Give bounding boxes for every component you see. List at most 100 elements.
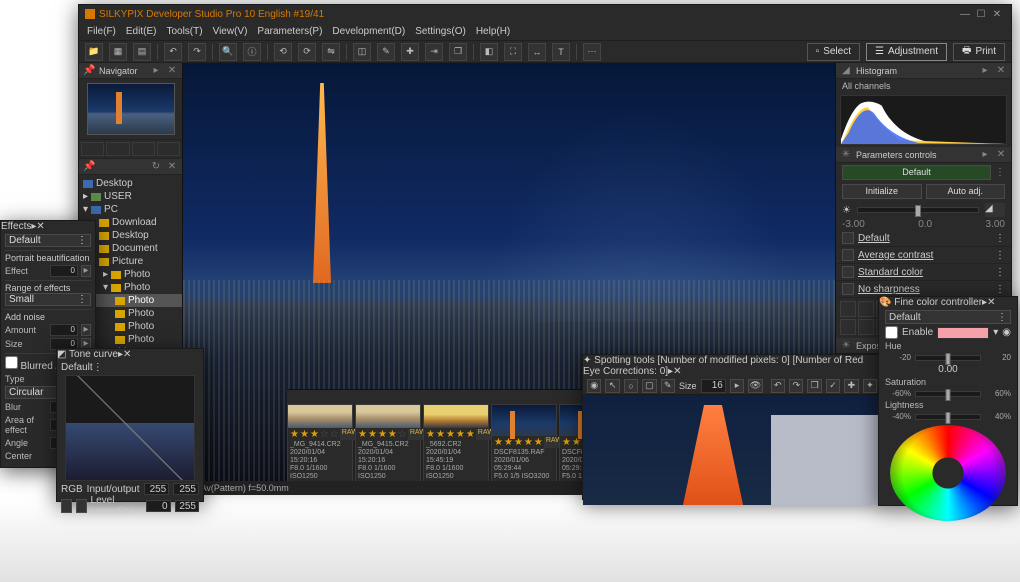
- params-default-button[interactable]: Default: [842, 165, 991, 180]
- fcc-dropdown-icon[interactable]: ▾: [993, 327, 998, 338]
- toolbar-export-icon[interactable]: ⇥: [425, 43, 443, 61]
- effect-value[interactable]: 0: [50, 265, 78, 277]
- toolbar-heal-icon[interactable]: ✚: [401, 43, 419, 61]
- spot-copy-icon[interactable]: ❐: [807, 379, 821, 393]
- spot-undo-icon[interactable]: ↶: [771, 379, 785, 393]
- tree-user[interactable]: ▸ USER: [79, 190, 182, 203]
- menu-view[interactable]: View(V): [213, 26, 248, 37]
- spot-size-value[interactable]: 16: [701, 379, 726, 393]
- params-init-button[interactable]: Initialize: [842, 184, 922, 199]
- fcc-color-swatch[interactable]: [937, 327, 989, 339]
- menu-file[interactable]: File(F): [87, 26, 116, 37]
- spot-circle-icon[interactable]: ○: [624, 379, 638, 393]
- film-export-icon[interactable]: [345, 391, 359, 403]
- exposure-bias-slider[interactable]: [857, 207, 979, 213]
- tone-curve-linear-icon[interactable]: [61, 499, 72, 513]
- toolbar-zoom-icon[interactable]: 🔍: [219, 43, 237, 61]
- toolbar-open-icon[interactable]: 📁: [85, 43, 103, 61]
- blurred-checkbox[interactable]: [5, 356, 18, 369]
- tool-hsv-icon[interactable]: [840, 319, 856, 335]
- toolbar-fullscreen-icon[interactable]: ⛶: [504, 43, 522, 61]
- mode-adjustment-button[interactable]: ☰ Adjustment: [866, 43, 947, 61]
- spot-square-icon[interactable]: ▢: [642, 379, 656, 393]
- preset-contrast[interactable]: Average contrast⋮: [836, 247, 1011, 264]
- mode-select-button[interactable]: ▫ Select: [807, 43, 860, 61]
- nav-tool4-icon[interactable]: [157, 142, 180, 156]
- toolbar-align-icon[interactable]: ↔: [528, 43, 546, 61]
- menu-settings[interactable]: Settings(O): [415, 26, 466, 37]
- mode-print-button[interactable]: 🖶 Print: [953, 43, 1005, 61]
- filmstrip-item[interactable]: ★★★☆☆RAW_MG_9414.CR22020/01/04 15:20:16F…: [287, 404, 353, 481]
- toolbar-compare-icon[interactable]: ◧: [480, 43, 498, 61]
- toolbar-more-icon[interactable]: ⋯: [583, 43, 601, 61]
- minimize-button[interactable]: —: [957, 9, 973, 20]
- spot-redeye-icon[interactable]: 👁: [748, 379, 762, 393]
- maximize-button[interactable]: ☐: [973, 9, 989, 20]
- toolbar-grid-icon[interactable]: ▤: [133, 43, 151, 61]
- filmstrip-item[interactable]: ★★★★★RAW_5692.CR22020/01/04 15:45:19F8.0…: [423, 404, 489, 481]
- hist-collapse-icon[interactable]: ▸: [979, 65, 991, 76]
- hist-close-icon[interactable]: ✕: [995, 65, 1007, 76]
- spot-arrow-icon[interactable]: ↖: [605, 379, 619, 393]
- spot-brush-icon[interactable]: ✎: [661, 379, 675, 393]
- tone-curve-graph[interactable]: [65, 375, 195, 481]
- film-check-icon[interactable]: [327, 391, 341, 403]
- film-filter-icon[interactable]: [309, 391, 323, 403]
- effect-step[interactable]: ▸: [81, 265, 91, 277]
- toolbar-info-icon[interactable]: ⓘ: [243, 43, 261, 61]
- nav-close-icon[interactable]: ✕: [166, 65, 178, 76]
- toolbar-rotate-l-icon[interactable]: ⟲: [274, 43, 292, 61]
- filmstrip-item[interactable]: ★★★★★RAWDSCF8135.RAF2020/01/06 05:29:44F…: [491, 404, 557, 481]
- tool-temp-icon[interactable]: [858, 301, 874, 317]
- tone-curve-spline-icon[interactable]: [76, 499, 87, 513]
- toolbar-undo-icon[interactable]: ↶: [164, 43, 182, 61]
- tree-desktop[interactable]: Desktop: [79, 177, 182, 190]
- spot-wand-icon[interactable]: ✦: [863, 379, 877, 393]
- spot-step-icon[interactable]: ▸: [730, 379, 744, 393]
- fcc-sat-slider[interactable]: [915, 391, 981, 397]
- fcc-color-wheel[interactable]: [890, 425, 1006, 521]
- film-flag-icon[interactable]: [363, 391, 377, 403]
- preset-default[interactable]: Default⋮: [836, 230, 1011, 247]
- navigator-thumbnail[interactable]: [87, 83, 175, 135]
- nav-tool1-icon[interactable]: [81, 142, 104, 156]
- tree-refresh-icon[interactable]: ↻: [150, 161, 162, 172]
- toolbar-text-icon[interactable]: T: [552, 43, 570, 61]
- spot-preview[interactable]: [583, 395, 881, 505]
- toolbar-copy-icon[interactable]: ❐: [449, 43, 467, 61]
- filmstrip-item[interactable]: ★★★★☆RAW_MG_9415.CR22020/01/04 15:20:16F…: [355, 404, 421, 481]
- nav-pin-icon[interactable]: 📌: [83, 65, 95, 76]
- menu-development[interactable]: Development(D): [332, 26, 405, 37]
- close-button[interactable]: ✕: [989, 9, 1005, 20]
- params-auto-button[interactable]: Auto adj.: [926, 184, 1006, 199]
- tree-pin-icon[interactable]: 📌: [83, 161, 95, 172]
- preset-color[interactable]: Standard color⋮: [836, 264, 1011, 281]
- tool-curve-icon[interactable]: [858, 319, 874, 335]
- fcc-eyedrop-icon[interactable]: ◉: [1002, 327, 1011, 338]
- spot-check-icon[interactable]: ✓: [826, 379, 840, 393]
- toolbar-crop-icon[interactable]: ◫: [353, 43, 371, 61]
- nav-collapse-icon[interactable]: ▸: [150, 65, 162, 76]
- tree-pc[interactable]: ▾ PC: [79, 203, 182, 216]
- fcc-preset-dropdown[interactable]: Default⋮: [885, 310, 1011, 324]
- toolbar-rotate-r-icon[interactable]: ⟳: [298, 43, 316, 61]
- range-dropdown[interactable]: Small⋮: [5, 293, 91, 306]
- spot-redo-icon[interactable]: ↷: [789, 379, 803, 393]
- tree-close-icon[interactable]: ✕: [166, 161, 178, 172]
- menu-parameters[interactable]: Parameters(P): [257, 26, 322, 37]
- tone-preset-dropdown[interactable]: Default⋮: [61, 362, 199, 373]
- fcc-light-slider[interactable]: [915, 414, 981, 420]
- tool-sun-icon[interactable]: [840, 301, 856, 317]
- film-sort-icon[interactable]: [291, 391, 305, 403]
- toolbar-redo-icon[interactable]: ↷: [188, 43, 206, 61]
- menu-tools[interactable]: Tools(T): [166, 26, 202, 37]
- fcc-enable-checkbox[interactable]: [885, 326, 898, 339]
- effects-preset-dropdown[interactable]: Default⋮: [5, 234, 91, 247]
- nav-tool2-icon[interactable]: [106, 142, 129, 156]
- spot-eyedrop-icon[interactable]: ◉: [587, 379, 601, 393]
- menu-help[interactable]: Help(H): [476, 26, 510, 37]
- toolbar-brush-icon[interactable]: ✎: [377, 43, 395, 61]
- nav-tool3-icon[interactable]: [132, 142, 155, 156]
- toolbar-flip-icon[interactable]: ⇋: [322, 43, 340, 61]
- spot-heal-icon[interactable]: ✚: [844, 379, 858, 393]
